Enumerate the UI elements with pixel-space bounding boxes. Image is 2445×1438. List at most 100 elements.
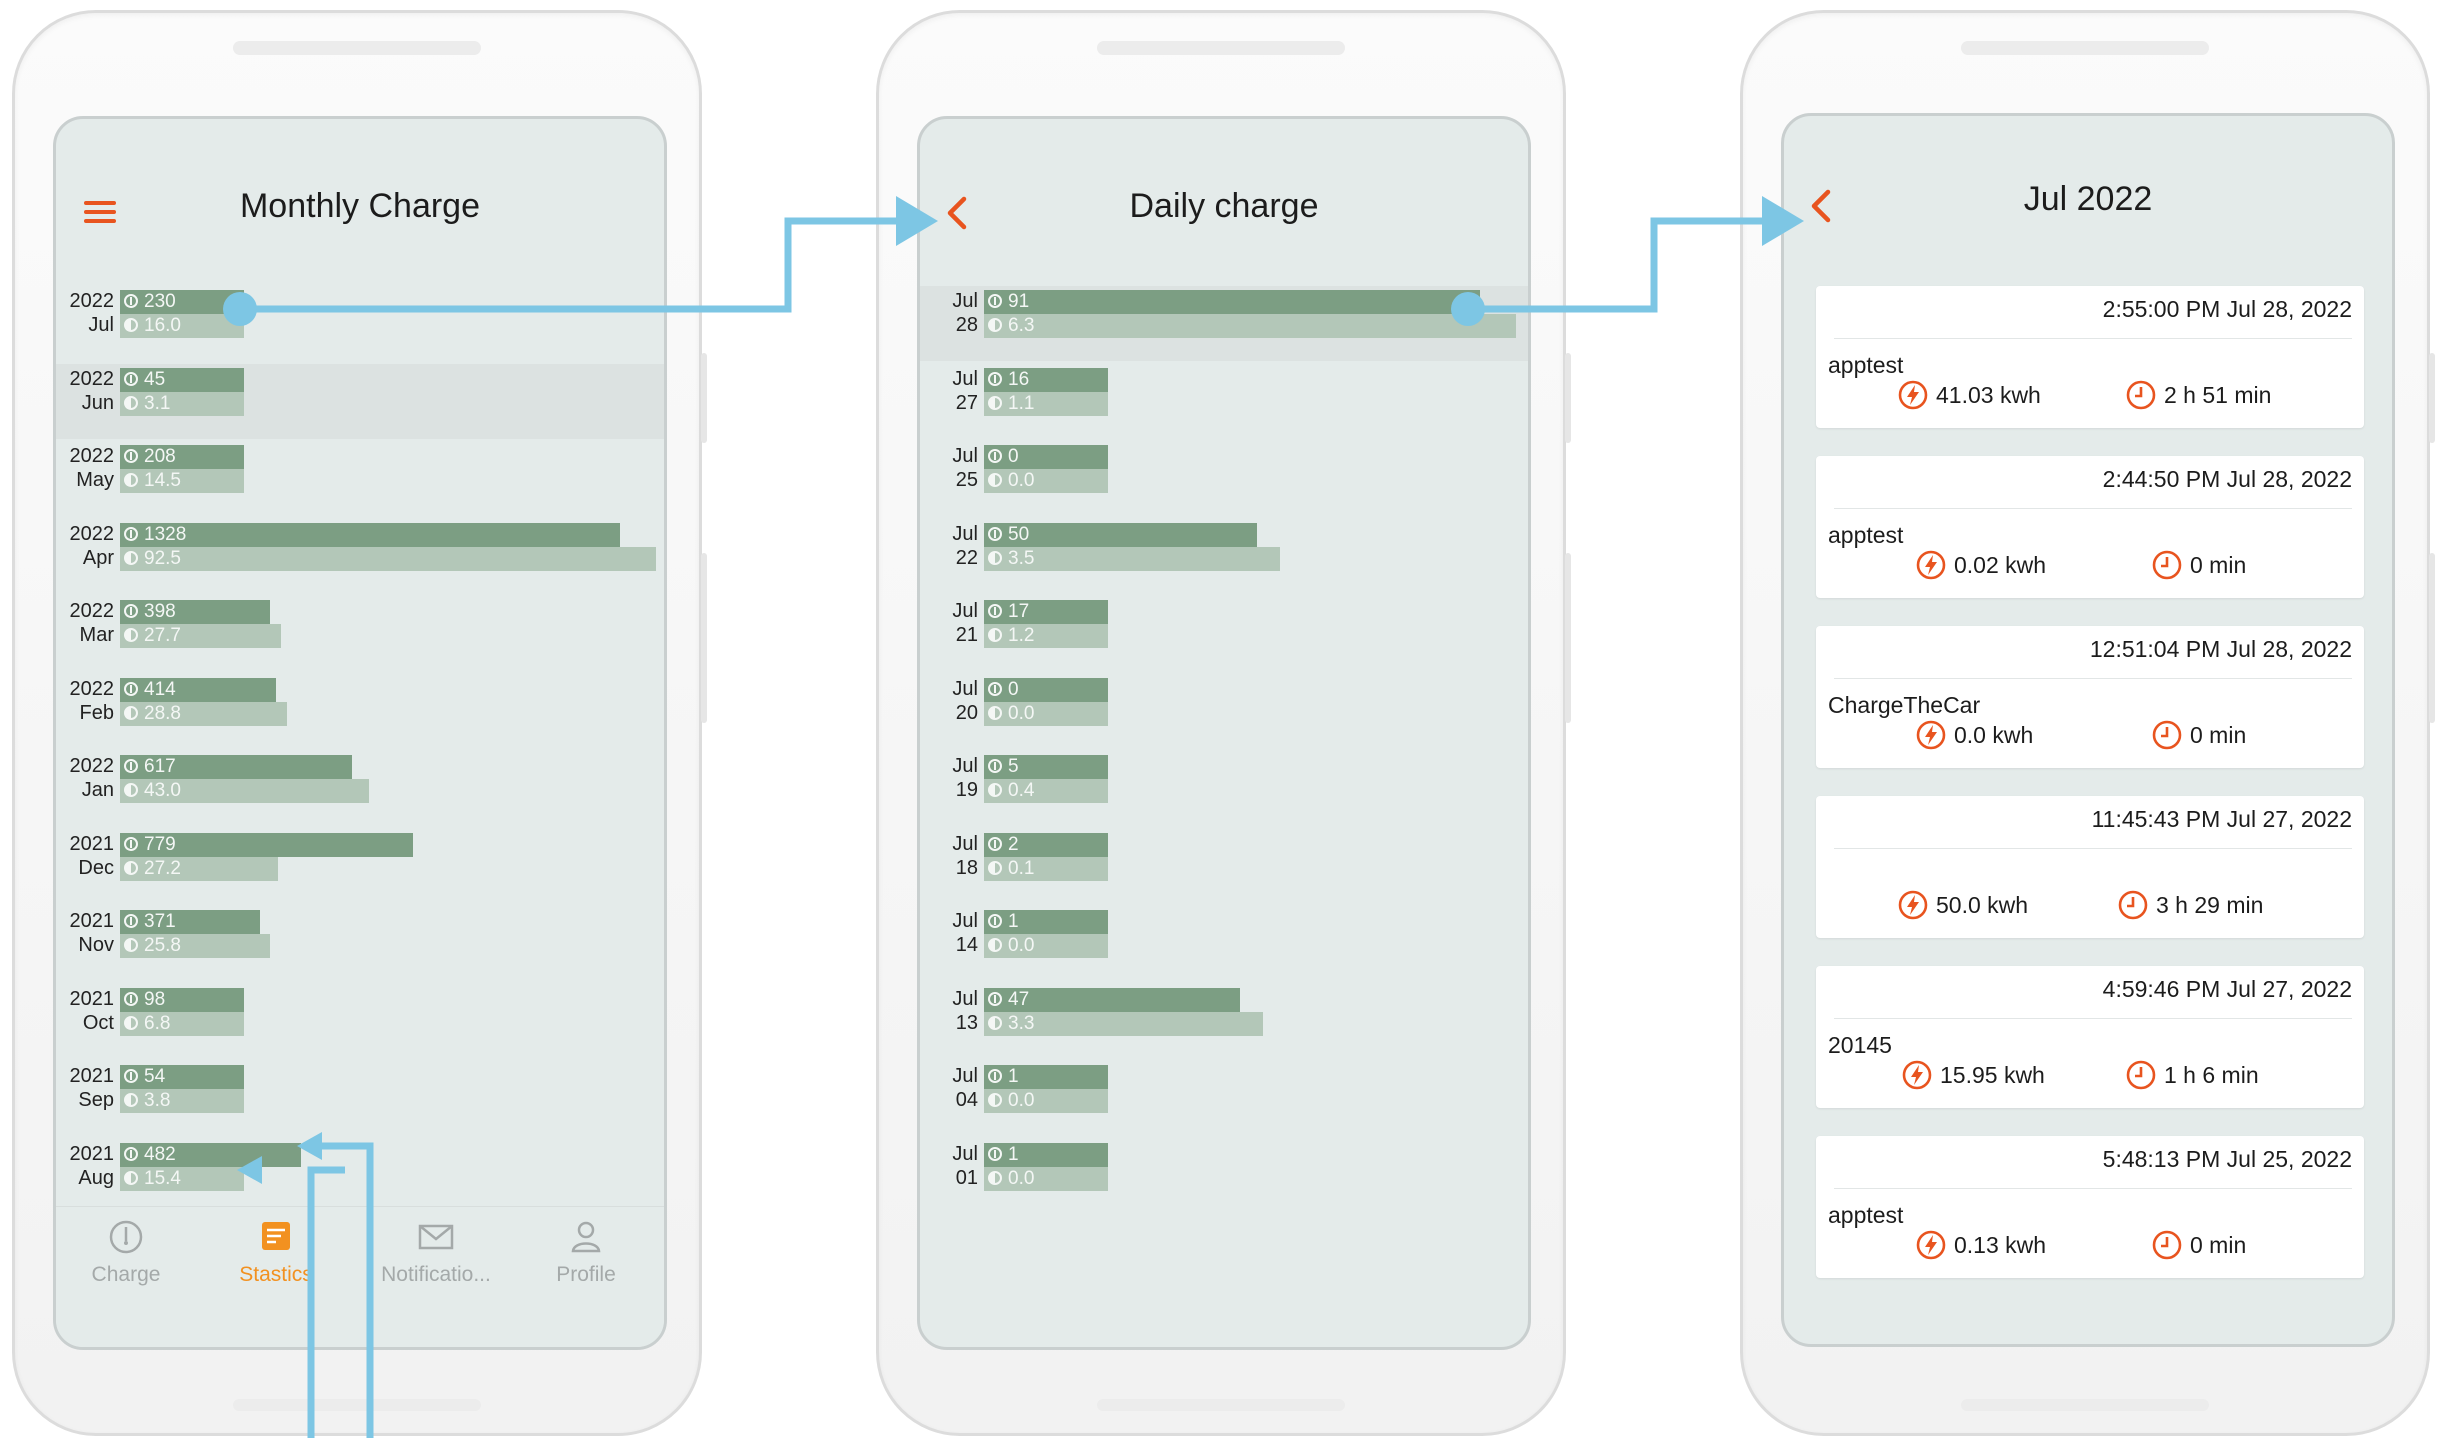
chart-row[interactable]: 2021 Nov 371 25.8 <box>56 906 664 981</box>
session-list-screen: Jul 2022 2:55:00 PM Jul 28, 2022 apptest 4… <box>1781 113 2395 1347</box>
chart-row[interactable]: 2022 May 208 14.5 <box>56 441 664 516</box>
session-name: apptest <box>1828 1202 1904 1228</box>
power-icon <box>124 914 138 928</box>
tab-charge[interactable]: Charge <box>56 1217 196 1287</box>
bar-primary-value: 617 <box>144 756 176 777</box>
chart-row[interactable]: 2022 Mar 398 27.7 <box>56 596 664 671</box>
session-duration: 0 min <box>2152 720 2246 750</box>
phone-daily: Daily charge Jul 28 91 6.3 Jul 27 16 1.1 Jul 25 0 0… <box>876 10 1571 1436</box>
clock-icon <box>2126 1060 2156 1090</box>
contrast-icon <box>124 783 138 797</box>
session-card[interactable]: 4:59:46 PM Jul 27, 2022 20145 15.95 kwh 1 h… <box>1816 966 2364 1108</box>
bar-primary-value: 1 <box>1008 911 1019 932</box>
bar-primary: 230 <box>120 290 244 314</box>
daily-charge-screen: Daily charge Jul 28 91 6.3 Jul 27 16 1.1 Jul 25 0 0… <box>917 116 1531 1350</box>
chart-row[interactable]: Jul 13 47 3.3 <box>920 984 1528 1059</box>
bar-primary: 17 <box>984 600 1108 624</box>
chart-row[interactable]: Jul 22 50 3.5 <box>920 519 1528 594</box>
bar-secondary: 15.4 <box>120 1166 244 1191</box>
tab-statistics[interactable]: Stastics <box>206 1217 346 1287</box>
chart-row[interactable]: Jul 19 5 0.4 <box>920 751 1528 826</box>
chart-row[interactable]: Jul 20 0 0.0 <box>920 674 1528 749</box>
bar-primary-value: 47 <box>1008 988 1030 1010</box>
chart-row[interactable]: 2021 Aug 482 15.4 <box>56 1139 664 1214</box>
bar-primary-value: 2 <box>1008 833 1019 855</box>
session-card[interactable]: 11:45:43 PM Jul 27, 2022 50.0 kwh 3 h 29 m… <box>1816 796 2364 938</box>
bar-primary-value: 45 <box>144 368 166 390</box>
contrast-icon <box>988 1015 1002 1030</box>
bar-primary-value: 398 <box>144 601 176 622</box>
contrast-icon <box>124 395 138 410</box>
card-divider <box>1834 338 2352 339</box>
row-label-top: Jul <box>952 1065 978 1087</box>
chart-row[interactable]: Jul 14 1 0.0 <box>920 906 1528 981</box>
bar-primary-value: 208 <box>144 446 176 467</box>
contrast-icon <box>124 705 138 720</box>
chart-row[interactable]: Jul 04 1 0.0 <box>920 1061 1528 1136</box>
clock-icon <box>2152 550 2182 580</box>
bar-primary: 1 <box>984 910 1108 934</box>
chart-row[interactable]: 2021 Oct 98 6.8 <box>56 984 664 1059</box>
chart-row[interactable]: Jul 21 17 1.2 <box>920 596 1528 671</box>
page-title: Daily charge <box>1129 187 1319 225</box>
row-label-bottom: 19 <box>955 779 978 801</box>
row-label-bottom: 04 <box>955 1089 978 1111</box>
bar-secondary-value: 3.1 <box>144 392 171 414</box>
row-label-top: Jul <box>952 600 978 622</box>
chart-row[interactable]: 2021 Dec 779 27.2 <box>56 829 664 904</box>
tab-label: Notificatio... <box>381 1263 491 1286</box>
bar-secondary-value: 14.5 <box>144 470 181 491</box>
power-icon <box>988 681 1002 696</box>
chart-row[interactable]: Jul 01 1 0.0 <box>920 1139 1528 1214</box>
session-timestamp: 2:55:00 PM Jul 28, 2022 <box>2102 296 2352 322</box>
bar-primary-value: 371 <box>144 911 176 932</box>
session-duration-value: 3 h 29 min <box>2156 892 2264 918</box>
chart-row[interactable]: Jul 28 91 6.3 <box>920 286 1528 361</box>
chart-row[interactable]: 2021 Sep 54 3.8 <box>56 1061 664 1136</box>
session-energy: 0.13 kwh <box>1916 1230 2046 1260</box>
tab-notifications[interactable]: Notificatio... <box>366 1217 506 1287</box>
bar-primary-value: 50 <box>1008 523 1030 545</box>
power-icon <box>124 1069 138 1083</box>
session-energy: 15.95 kwh <box>1902 1060 2045 1090</box>
session-duration: 0 min <box>2152 1230 2246 1260</box>
bar-primary: 1328 <box>120 522 620 547</box>
chart-row[interactable]: Jul 18 2 0.1 <box>920 829 1528 904</box>
bar-primary: 0 <box>984 445 1108 469</box>
chart-row[interactable]: 2022 Jun 45 3.1 <box>56 363 664 439</box>
row-label-top: 2022 <box>69 600 115 622</box>
bar-primary-value: 482 <box>144 1143 176 1165</box>
bar-primary-value: 5 <box>1008 756 1019 777</box>
session-card[interactable]: 2:55:00 PM Jul 28, 2022 apptest 41.03 kwh 2… <box>1816 286 2364 428</box>
session-card[interactable]: 2:44:50 PM Jul 28, 2022 apptest 0.02 kwh 0 … <box>1816 456 2364 598</box>
contrast-icon <box>124 628 138 642</box>
phone-side-button <box>2429 553 2435 723</box>
page-title: Jul 2022 <box>2023 180 2153 218</box>
chart-row[interactable]: 2022 Jan 617 43.0 <box>56 751 664 826</box>
clock-icon <box>2118 890 2148 920</box>
row-label-bottom: 27 <box>955 391 978 414</box>
tab-profile[interactable]: Profile <box>516 1217 656 1287</box>
phone-home-indicator <box>1097 1399 1345 1411</box>
bar-primary: 482 <box>120 1142 301 1167</box>
chart-row[interactable]: 2022 Jul 230 16.0 <box>56 286 664 361</box>
bar-primary: 414 <box>120 677 276 702</box>
bar-primary: 91 <box>984 290 1480 314</box>
session-duration: 2 h 51 min <box>2126 380 2271 410</box>
page-title: Monthly Charge <box>239 187 480 225</box>
bar-secondary: 16.0 <box>120 314 244 338</box>
chart-row[interactable]: 2022 Feb 414 28.8 <box>56 674 664 749</box>
session-duration: 0 min <box>2152 550 2246 580</box>
power-icon <box>988 604 1002 618</box>
chart-row[interactable]: Jul 25 0 0.0 <box>920 441 1528 516</box>
bar-secondary-value: 0.0 <box>1008 702 1035 724</box>
bar-primary-value: 17 <box>1008 601 1030 622</box>
row-label-top: Jul <box>952 987 978 1010</box>
row-label-bottom: Jan <box>81 779 114 801</box>
session-card[interactable]: 12:51:04 PM Jul 28, 2022 ChargeTheCar 0.0 … <box>1816 626 2364 768</box>
session-card[interactable]: 5:48:13 PM Jul 25, 2022 apptest 0.13 kwh 0 … <box>1816 1136 2364 1278</box>
session-energy: 0.02 kwh <box>1916 550 2046 580</box>
chart-row[interactable]: 2022 Apr 1328 92.5 <box>56 519 664 594</box>
row-label-top: Jul <box>952 755 978 777</box>
chart-row[interactable]: Jul 27 16 1.1 <box>920 364 1528 439</box>
